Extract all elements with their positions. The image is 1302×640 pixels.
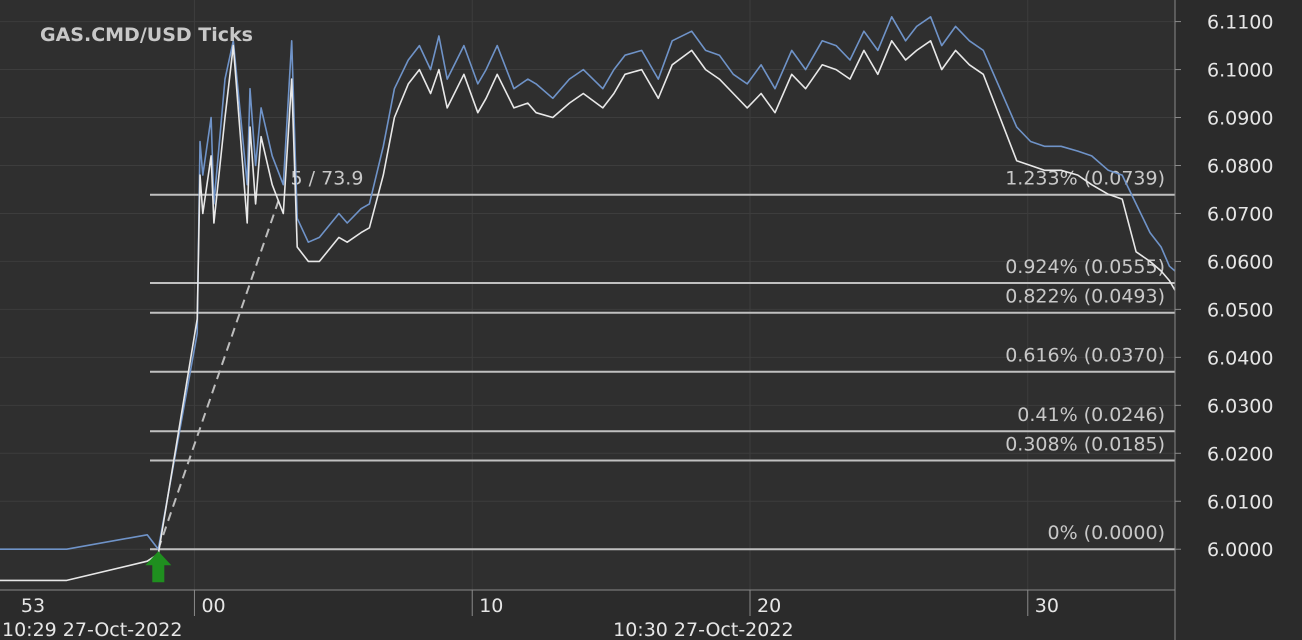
x-date-label: 10:29 27-Oct-2022 (2, 619, 182, 640)
y-tick-label: 6.0700 (1207, 203, 1273, 225)
y-tick-label: 6.0100 (1207, 491, 1273, 513)
y-tick-label: 6.0300 (1207, 395, 1273, 417)
fib-level-label: 0.822% (0.0493) (1005, 286, 1165, 308)
fib-level-label: 0.41% (0.0246) (1017, 404, 1165, 426)
y-tick-label: 6.1100 (1207, 12, 1273, 34)
fib-level-label: 0.308% (0.0185) (1005, 433, 1165, 455)
fib-level-label: 0.616% (0.0370) (1005, 345, 1165, 367)
fib-level-label: 1.233% (0.0739) (1005, 168, 1165, 190)
x-tick-label: 10 (479, 595, 503, 617)
y-tick-label: 6.0400 (1207, 347, 1273, 369)
trend-line-label: 5 / 73.9 (291, 168, 364, 190)
chart-title: GAS.CMD/USD Ticks (40, 24, 253, 46)
x-tick-label: 00 (201, 595, 225, 617)
price-chart: 1.233% (0.0739) 0.924% (0.0555) 0.822% (0.… (0, 0, 1302, 640)
y-tick-label: 6.0600 (1207, 251, 1273, 273)
x-tick-label: 53 (21, 595, 45, 617)
fib-level-label: 0% (0.0000) (1048, 522, 1166, 544)
y-tick-label: 6.0000 (1207, 539, 1273, 561)
fib-level-label: 0.924% (0.0555) (1005, 256, 1165, 278)
x-date-label: 10:30 27-Oct-2022 (613, 619, 793, 640)
y-tick-label: 6.0200 (1207, 443, 1273, 465)
y-tick-label: 6.0900 (1207, 108, 1273, 130)
x-tick-label: 30 (1035, 595, 1059, 617)
x-tick-label: 20 (757, 595, 781, 617)
y-tick-label: 6.0800 (1207, 155, 1273, 177)
y-tick-label: 6.1000 (1207, 60, 1273, 82)
y-tick-label: 6.0500 (1207, 299, 1273, 321)
